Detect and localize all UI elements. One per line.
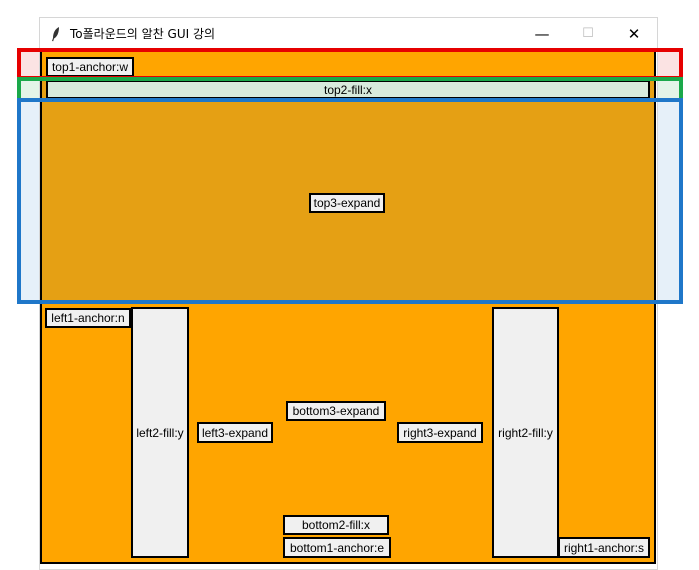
feather-icon: [50, 26, 62, 42]
bottom3-expand-label: bottom3-expand: [286, 401, 386, 421]
side-tint-green-right: [658, 81, 680, 99]
side-tint-blue-right: [658, 101, 680, 300]
side-tint-red-left: [20, 51, 39, 77]
side-tint-blue-left: [20, 101, 39, 300]
maximize-button[interactable]: ☐: [565, 18, 611, 49]
top2-fill-x-label: top2-fill:x: [46, 80, 650, 99]
bottom2-fill-x-label: bottom2-fill:x: [283, 515, 389, 535]
left2-fill-y-label: left2-fill:y: [131, 307, 189, 558]
left3-expand-label: left3-expand: [197, 422, 273, 443]
minimize-button[interactable]: —: [519, 18, 565, 49]
top1-anchor-w-label: top1-anchor:w: [46, 57, 134, 77]
right3-expand-label: right3-expand: [397, 422, 483, 443]
top3-expand-label: top3-expand: [309, 193, 385, 213]
right1-anchor-s-label: right1-anchor:s: [558, 537, 650, 558]
close-button[interactable]: ✕: [611, 18, 657, 49]
left1-anchor-n-label: left1-anchor:n: [45, 308, 131, 328]
window-title: To폴라운드의 알찬 GUI 강의: [70, 27, 216, 41]
side-tint-green-left: [20, 81, 39, 99]
right2-fill-y-label: right2-fill:y: [492, 307, 559, 558]
bottom1-anchor-e-label: bottom1-anchor:e: [283, 537, 391, 558]
side-tint-red-right: [658, 51, 680, 77]
title-bar[interactable]: To폴라운드의 알찬 GUI 강의 — ☐ ✕: [40, 18, 657, 49]
